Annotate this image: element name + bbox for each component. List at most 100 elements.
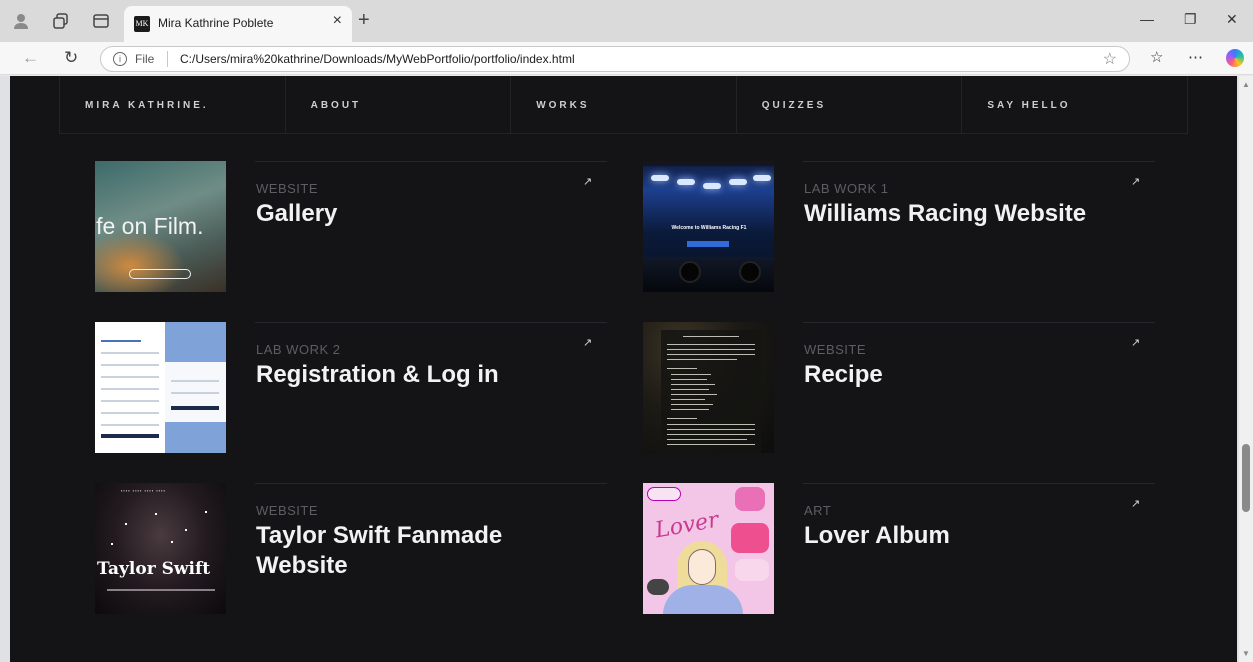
thumbnail-line: [671, 404, 713, 405]
restore-button[interactable]: ❐: [1184, 11, 1197, 28]
thumbnail-line: [667, 434, 755, 435]
thumbnail-button-shape: [129, 269, 191, 279]
tab-actions-icon[interactable]: [92, 12, 110, 30]
thumbnail-line: [101, 376, 159, 378]
external-link-arrow-icon[interactable]: ↗: [1131, 497, 1140, 510]
project-title[interactable]: Lover Album: [804, 521, 1104, 551]
more-options-icon[interactable]: ⋯: [1188, 48, 1203, 66]
scrollbar-thumb[interactable]: [1242, 444, 1250, 512]
thumbnail-light: [703, 183, 721, 189]
thumbnail-caption: Lover: [653, 507, 721, 544]
thumbnail-line: [101, 400, 159, 402]
project-thumbnail[interactable]: [643, 322, 774, 453]
thumbnail-illustration: [688, 549, 716, 585]
project-title[interactable]: Taylor Swift Fanmade Website: [256, 521, 556, 581]
project-card-williams-racing[interactable]: Welcome to Williams Racing F1 LAB WORK 1…: [643, 161, 1155, 293]
browser-tab-active[interactable]: MK Mira Kathrine Poblete ×: [124, 6, 352, 42]
thumbnail-sparkle: [155, 513, 157, 515]
external-link-arrow-icon[interactable]: ↗: [583, 336, 592, 349]
nav-logo[interactable]: MIRA KATHRINE.: [60, 76, 285, 133]
tab-favicon: MK: [134, 16, 150, 32]
thumbnail-line: [671, 394, 717, 395]
thumbnail-sparkle: [205, 511, 207, 513]
project-category: LAB WORK 1: [804, 181, 889, 196]
thumbnail-line: [101, 340, 141, 342]
thumbnail-line: [667, 344, 755, 345]
thumbnail-line: [101, 352, 159, 354]
project-title[interactable]: Recipe: [804, 360, 1104, 390]
project-category: ART: [804, 503, 832, 518]
url-text[interactable]: C:/Users/mira%20kathrine/Downloads/MyWeb…: [180, 52, 575, 66]
thumbnail-line: [667, 424, 755, 425]
card-divider: [803, 161, 1155, 162]
thumbnail-line: [667, 439, 747, 440]
thumbnail-illustration: [663, 585, 743, 614]
nav-say-hello[interactable]: SAY HELLO: [961, 76, 1187, 133]
project-title[interactable]: Williams Racing Website: [804, 199, 1104, 229]
card-divider: [803, 483, 1155, 484]
favorites-list-icon[interactable]: ☆: [1150, 48, 1163, 66]
external-link-arrow-icon[interactable]: ↗: [1131, 336, 1140, 349]
profile-icon[interactable]: [12, 12, 30, 30]
thumbnail-line: [671, 399, 705, 400]
close-window-button[interactable]: ✕: [1226, 11, 1238, 28]
project-card-recipe[interactable]: WEBSITE Recipe ↗: [643, 322, 1155, 454]
thumbnail-line: [667, 359, 737, 360]
thumbnail-sparkle: [171, 541, 173, 543]
project-thumbnail[interactable]: Welcome to Williams Racing F1: [643, 161, 774, 292]
thumbnail-line: [671, 409, 709, 410]
thumbnail-line: [671, 384, 715, 385]
minimize-button[interactable]: —: [1140, 11, 1154, 27]
address-bar[interactable]: i File C:/Users/mira%20kathrine/Download…: [100, 46, 1130, 72]
browser-toolbar: ← ↻ i File C:/Users/mira%20kathrine/Down…: [0, 42, 1253, 75]
thumbnail-sparkle: [111, 543, 113, 545]
workspaces-icon[interactable]: [52, 12, 70, 30]
browser-title-bar: MK Mira Kathrine Poblete × + — ❐ ✕: [0, 0, 1253, 42]
thumbnail-line: [667, 368, 697, 369]
scroll-down-icon[interactable]: ▼: [1242, 649, 1250, 658]
site-info-icon[interactable]: i: [113, 52, 127, 66]
project-thumbnail[interactable]: [95, 322, 226, 453]
thumbnail-sticker: [735, 487, 765, 511]
project-thumbnail[interactable]: ▪▪▪▪ ▪▪▪▪ ▪▪▪▪ ▪▪▪▪ Taylor Swift: [95, 483, 226, 614]
tab-close-icon[interactable]: ×: [333, 12, 342, 30]
project-thumbnail[interactable]: Lover: [643, 483, 774, 614]
project-card-gallery[interactable]: ife on Film. WEBSITE Gallery ↗: [95, 161, 607, 293]
thumbnail-sticker: [647, 579, 669, 595]
project-card-registration[interactable]: LAB WORK 2 Registration & Log in ↗: [95, 322, 607, 454]
thumbnail-line: [667, 444, 755, 445]
thumbnail-line: [101, 388, 159, 390]
thumbnail-sparkle: [125, 523, 127, 525]
thumbnail-line: [107, 589, 215, 591]
portfolio-page: MIRA KATHRINE. ABOUT WORKS QUIZZES SAY H…: [10, 76, 1237, 662]
external-link-arrow-icon[interactable]: ↗: [1131, 175, 1140, 188]
project-title[interactable]: Gallery: [256, 199, 556, 229]
new-tab-button[interactable]: +: [358, 9, 370, 32]
project-card-lover-album[interactable]: Lover ART Lover Album ↗: [643, 483, 1155, 615]
thumbnail-line: [683, 336, 739, 337]
page-scrollbar[interactable]: ▲ ▼: [1239, 76, 1253, 662]
thumbnail-light: [753, 175, 771, 181]
project-title[interactable]: Registration & Log in: [256, 360, 556, 390]
refresh-icon[interactable]: ↻: [64, 48, 78, 68]
url-divider: [167, 51, 168, 67]
thumbnail-line: [671, 374, 711, 375]
project-card-taylor-swift[interactable]: ▪▪▪▪ ▪▪▪▪ ▪▪▪▪ ▪▪▪▪ Taylor Swift WEBSITE…: [95, 483, 607, 615]
project-thumbnail[interactable]: ife on Film.: [95, 161, 226, 292]
nav-about[interactable]: ABOUT: [284, 76, 511, 133]
thumbnail-line: [171, 380, 219, 382]
thumbnail-line: [101, 364, 159, 366]
nav-works[interactable]: WORKS: [510, 76, 736, 133]
card-divider: [255, 161, 607, 162]
thumbnail-line: [171, 392, 219, 394]
favorite-star-icon[interactable]: ☆: [1103, 49, 1117, 69]
scroll-up-icon[interactable]: ▲: [1242, 80, 1250, 89]
tab-title: Mira Kathrine Poblete: [158, 16, 274, 30]
back-arrow-icon[interactable]: ←: [22, 48, 39, 68]
copilot-icon[interactable]: [1226, 49, 1244, 67]
thumbnail-line: [101, 424, 159, 426]
page-viewport: MIRA KATHRINE. ABOUT WORKS QUIZZES SAY H…: [0, 76, 1253, 662]
thumbnail-line: [667, 418, 697, 419]
nav-quizzes[interactable]: QUIZZES: [735, 76, 962, 133]
external-link-arrow-icon[interactable]: ↗: [583, 175, 592, 188]
